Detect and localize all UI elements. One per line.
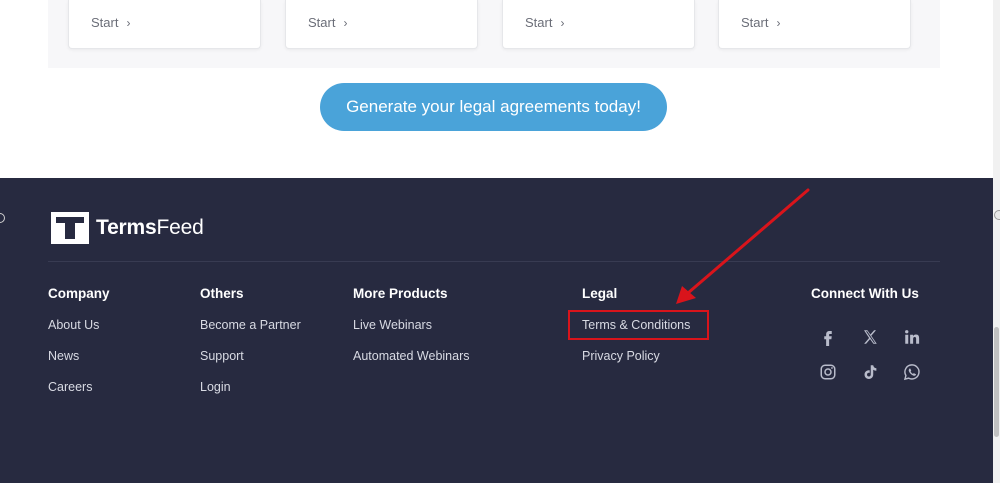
column-title-others: Others <box>200 286 244 301</box>
footer-column-connect: Connect With Us <box>811 286 919 318</box>
instagram-icon[interactable] <box>817 361 839 383</box>
chevron-right-icon: › <box>126 15 131 30</box>
footer-link-automated-webinars[interactable]: Automated Webinars <box>353 349 470 380</box>
footer-link-become-partner[interactable]: Become a Partner <box>200 318 301 349</box>
page: Start › Start › Start › Start › Generate you… <box>0 0 1000 483</box>
footer-column-company: Company About Us News Careers <box>48 286 110 411</box>
column-title-legal: Legal <box>582 286 618 301</box>
tiktok-icon[interactable] <box>859 361 881 383</box>
footer-divider <box>48 261 940 262</box>
scrollbar-thumb[interactable] <box>994 327 999 437</box>
column-title-connect: Connect With Us <box>811 286 919 301</box>
termsfeed-logo[interactable]: TermsFeed <box>51 212 204 244</box>
edge-circle-icon <box>994 210 1000 220</box>
generate-agreements-button[interactable]: Generate your legal agreements today! <box>320 83 667 131</box>
card-start-link-2[interactable]: Start › <box>308 15 347 30</box>
cards-band: Start › Start › Start › Start › <box>48 0 940 68</box>
footer-column-others: Others Become a Partner Support Login <box>200 286 301 411</box>
product-card-4: Start › <box>718 0 911 49</box>
chevron-right-icon: › <box>776 15 781 30</box>
product-card-2: Start › <box>285 0 478 49</box>
termsfeed-logo-icon <box>51 212 89 244</box>
footer-link-support[interactable]: Support <box>200 349 301 380</box>
card-start-link-3[interactable]: Start › <box>525 15 564 30</box>
linkedin-icon[interactable] <box>901 326 923 348</box>
footer-link-news[interactable]: News <box>48 349 110 380</box>
x-twitter-icon[interactable] <box>859 326 881 348</box>
facebook-icon[interactable] <box>817 326 839 348</box>
chevron-right-icon: › <box>343 15 348 30</box>
logo-text: TermsFeed <box>96 216 204 239</box>
chevron-right-icon: › <box>560 15 565 30</box>
product-card-3: Start › <box>502 0 695 49</box>
site-footer: TermsFeed Company About Us News Careers … <box>0 178 993 483</box>
product-card-1: Start › <box>68 0 261 49</box>
whatsapp-icon[interactable] <box>901 361 923 383</box>
card-start-link-4[interactable]: Start › <box>741 15 780 30</box>
footer-link-careers[interactable]: Careers <box>48 380 110 411</box>
footer-link-about-us[interactable]: About Us <box>48 318 110 349</box>
card-start-link-1[interactable]: Start › <box>91 15 130 30</box>
annotation-highlight-box <box>568 310 709 340</box>
footer-link-login[interactable]: Login <box>200 380 301 411</box>
column-title-company: Company <box>48 286 110 301</box>
footer-link-privacy-policy[interactable]: Privacy Policy <box>582 349 690 380</box>
column-title-more-products: More Products <box>353 286 448 301</box>
footer-link-live-webinars[interactable]: Live Webinars <box>353 318 470 349</box>
footer-column-more-products: More Products Live Webinars Automated We… <box>353 286 470 380</box>
content-section: Start › Start › Start › Start › Generate you… <box>0 0 1000 178</box>
